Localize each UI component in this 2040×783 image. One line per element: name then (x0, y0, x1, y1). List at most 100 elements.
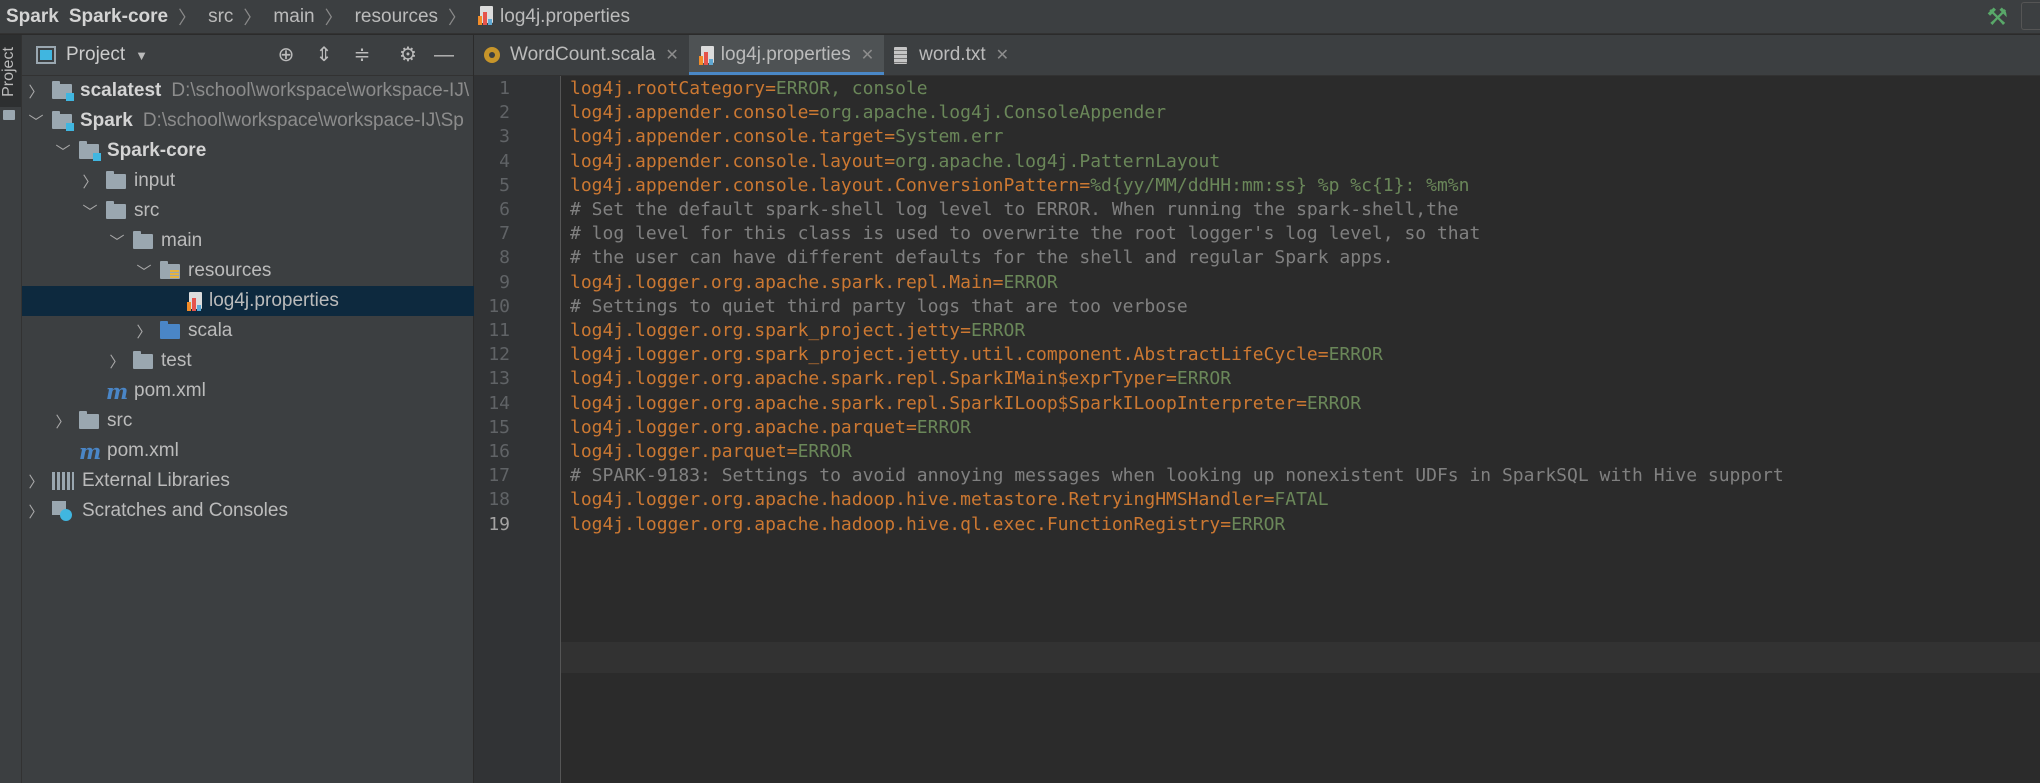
code-line[interactable]: log4j.logger.org.apache.spark.repl.Spark… (570, 368, 1231, 389)
chevron-right-icon[interactable]: 〉 (109, 351, 125, 372)
code-line[interactable]: # log level for this class is used to ov… (570, 223, 1480, 244)
breadcrumb-item-spark-core[interactable]: Spark-core (63, 6, 172, 28)
chevron-down-icon[interactable]: ﹀ (28, 111, 44, 132)
tree-item-scalatest[interactable]: 〉 scalatest D:\school\workspace\workspac… (22, 76, 479, 106)
tree-item-label: pom.xml (107, 440, 179, 461)
toolbar-overflow-button[interactable] (2021, 2, 2040, 30)
chevron-right-icon[interactable]: 〉 (82, 171, 98, 192)
tree-item-pom-xml[interactable]: m pom.xml (22, 376, 533, 406)
property-value: ERROR (1003, 271, 1058, 293)
chevron-down-icon[interactable]: ﹀ (109, 231, 125, 252)
line-number: 2 (499, 102, 510, 124)
code-line[interactable]: # Set the default spark-shell log level … (570, 199, 1459, 220)
hide-panel-icon[interactable]: — (432, 43, 456, 67)
property-key: log4j.logger.org.spark_project.jetty (570, 320, 961, 341)
build-hammer-icon[interactable]: ⚒ (1986, 3, 2008, 32)
code-line[interactable]: log4j.logger.org.spark_project.jetty=ERR… (570, 320, 1025, 341)
code-line[interactable]: log4j.logger.org.apache.spark.repl.Spark… (570, 393, 1361, 414)
tree-item-src[interactable]: 〉 src (22, 406, 506, 436)
folder-icon (3, 110, 15, 120)
close-icon[interactable]: ✕ (996, 45, 1009, 65)
chevron-right-icon[interactable]: 〉 (55, 411, 71, 432)
code-comment: # SPARK-9183: Settings to avoid annoying… (570, 465, 1784, 487)
breadcrumb-item-file[interactable]: log4j.properties (472, 5, 634, 28)
line-number: 18 (488, 489, 510, 511)
properties-file-icon (478, 5, 496, 25)
folder-icon (106, 170, 126, 189)
tab-log4j-properties[interactable]: log4j.properties ✕ (688, 35, 885, 75)
property-value: ERROR (1231, 513, 1286, 535)
tree-item-src[interactable]: ﹀ src (22, 196, 533, 226)
tab-wordcount-scala[interactable]: WordCount.scala ✕ (474, 35, 689, 75)
code-line[interactable]: log4j.logger.org.apache.hadoop.hive.meta… (570, 489, 1329, 510)
tree-item-label: src (107, 410, 133, 431)
library-icon (52, 472, 74, 490)
breadcrumb-file-label: log4j.properties (500, 6, 630, 27)
chevron-down-icon[interactable]: ﹀ (55, 141, 71, 162)
code-line[interactable]: log4j.logger.org.spark_project.jetty.uti… (570, 344, 1383, 365)
tree-item-spark[interactable]: ﹀ Spark D:\school\workspace\workspace-IJ… (22, 106, 479, 136)
project-view-icon (36, 46, 56, 64)
chevron-down-icon[interactable]: ﹀ (82, 201, 98, 222)
breadcrumb-item-main[interactable]: main (267, 6, 318, 28)
tree-item-label: test (161, 350, 192, 371)
folder-icon (106, 200, 126, 219)
code-line[interactable]: log4j.appender.console=org.apache.log4j.… (570, 102, 1166, 123)
gear-icon[interactable]: ⚙ (396, 43, 420, 67)
code-line[interactable]: # SPARK-9183: Settings to avoid annoying… (570, 465, 1784, 486)
property-value: System.err (895, 126, 1004, 148)
breadcrumb-item-src[interactable]: src (202, 6, 237, 28)
chevron-right-icon: 〉 (243, 7, 262, 28)
code-line[interactable]: log4j.logger.org.apache.parquet=ERROR (570, 417, 971, 438)
line-number: 4 (499, 150, 510, 172)
expand-all-icon[interactable]: ⇕ (312, 43, 336, 67)
tree-item-spark-core[interactable]: ﹀ Spark-core (22, 136, 506, 166)
properties-file-icon (698, 45, 717, 65)
equals-sign: = (1317, 344, 1329, 366)
tree-item-input[interactable]: 〉 input (22, 166, 533, 196)
code-line[interactable]: log4j.appender.console.layout.Conversion… (570, 175, 1469, 196)
code-line[interactable]: log4j.logger.org.apache.hadoop.hive.ql.e… (570, 514, 1285, 535)
text-file-icon (894, 46, 908, 64)
chevron-right-icon[interactable]: 〉 (28, 81, 44, 102)
collapse-all-icon[interactable]: ≑ (350, 43, 374, 67)
locate-file-icon[interactable]: ⊕ (274, 43, 298, 67)
chevron-right-icon[interactable]: 〉 (136, 321, 152, 342)
project-tool-window-tab[interactable]: Project (0, 35, 21, 107)
tree-item-pom-xml[interactable]: m pom.xml (22, 436, 506, 466)
editor-tab-bar: WordCount.scala ✕ log4j.properties ✕ wor… (474, 35, 2040, 76)
code-line[interactable]: log4j.rootCategory=ERROR, console (570, 78, 928, 99)
chevron-right-icon: 〉 (178, 7, 197, 28)
tab-label: WordCount.scala (510, 44, 656, 65)
chevron-down-icon[interactable]: ﹀ (136, 261, 152, 282)
chevron-right-icon[interactable]: 〉 (28, 501, 44, 522)
close-icon[interactable]: ✕ (861, 45, 874, 65)
project-panel-title[interactable]: Project (66, 44, 125, 66)
tree-item-label: Spark-core (107, 140, 207, 161)
maven-icon: m (79, 438, 102, 464)
tab-word-txt[interactable]: word.txt ✕ (884, 35, 1019, 75)
line-number: 1 (499, 78, 510, 99)
code-line[interactable]: log4j.appender.console.layout=org.apache… (570, 151, 1220, 172)
breadcrumb-item-spark[interactable]: Spark (0, 6, 63, 28)
property-key: log4j.appender.console.layout (570, 150, 885, 172)
code-comment: # Settings to quiet third party logs tha… (570, 295, 1188, 317)
line-number: 12 (488, 344, 510, 366)
chevron-right-icon[interactable]: 〉 (28, 471, 44, 492)
code-line[interactable]: log4j.logger.parquet=ERROR (570, 441, 852, 462)
line-number: 6 (499, 199, 510, 220)
breadcrumb-item-resources[interactable]: resources (349, 6, 442, 28)
tree-item-scratches[interactable]: 〉 Scratches and Consoles (22, 496, 479, 526)
chevron-down-icon[interactable]: ▼ (135, 48, 148, 63)
source-folder-icon (160, 320, 180, 339)
code-line[interactable]: log4j.logger.org.apache.spark.repl.Main=… (570, 272, 1058, 293)
close-icon[interactable]: ✕ (665, 45, 678, 65)
code-line[interactable]: # Settings to quiet third party logs tha… (570, 296, 1188, 317)
code-editor[interactable]: 1 log4j.rootCategory=ERROR, console 2 log4j… (474, 76, 2040, 783)
equals-sign: = (884, 150, 896, 172)
scala-file-icon (484, 47, 500, 63)
code-line[interactable]: # the user can have different defaults f… (570, 247, 1394, 268)
code-line[interactable]: log4j.appender.console.target=System.err (570, 126, 1004, 147)
tree-item-external-libraries[interactable]: 〉 External Libraries (22, 466, 479, 496)
tree-item-label: External Libraries (82, 470, 230, 491)
